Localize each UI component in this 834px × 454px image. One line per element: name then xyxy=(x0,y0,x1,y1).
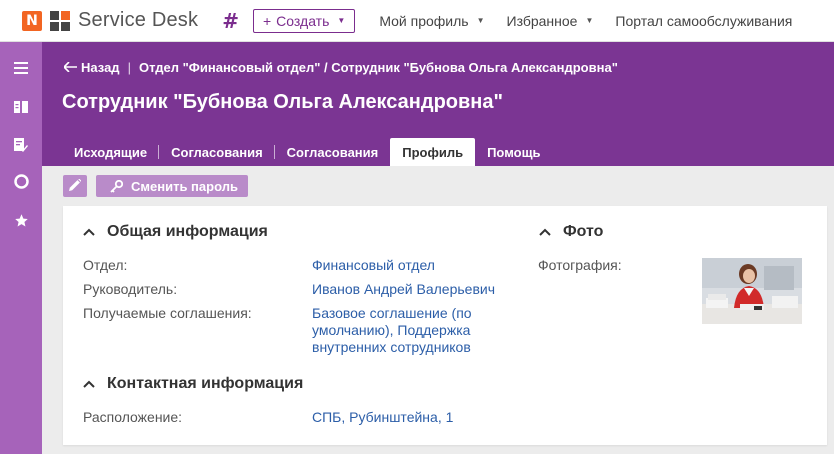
section-title: Фото xyxy=(563,223,604,240)
tab-bar: Исходящие Согласования Согласования Проф… xyxy=(62,138,553,166)
create-button-label: Создать xyxy=(276,12,330,29)
breadcrumb: Назад | Отдел "Финансовый отдел" / Сотру… xyxy=(62,60,618,75)
change-password-label: Сменить пароль xyxy=(131,178,238,194)
caret-down-icon: ▼ xyxy=(337,16,346,25)
tab-approvals-2[interactable]: Согласования xyxy=(275,138,391,166)
breadcrumb-divider: | xyxy=(127,60,131,75)
manager-label: Руководитель: xyxy=(83,281,178,297)
change-password-button[interactable]: Сменить пароль xyxy=(96,175,248,197)
tab-label: Помощь xyxy=(487,144,541,160)
general-info-header[interactable]: Общая информация xyxy=(83,223,268,241)
location-link[interactable]: СПБ, Рубинштейна, 1 xyxy=(312,409,453,426)
task-list-icon[interactable] xyxy=(0,133,42,157)
plus-icon: + xyxy=(262,12,272,29)
naumen-logo-icon: N xyxy=(22,10,42,31)
breadcrumb-path[interactable]: Отдел "Финансовый отдел" / Сотрудник "Бу… xyxy=(139,60,618,75)
app-logo[interactable]: N Service Desk xyxy=(22,9,198,32)
photo-section-header[interactable]: Фото xyxy=(539,223,603,241)
back-link[interactable]: Назад xyxy=(81,60,120,75)
top-nav: Мой профиль ▼ Избранное ▼ Портал самообс… xyxy=(379,13,814,29)
section-title: Контактная информация xyxy=(107,375,304,392)
agreements-line: умолчанию), Поддержка xyxy=(312,322,471,338)
pencil-icon xyxy=(69,178,82,194)
nav-item-label: Портал самообслуживания xyxy=(615,12,793,29)
tab-label: Согласования xyxy=(171,144,263,160)
tab-outgoing[interactable]: Исходящие xyxy=(62,138,160,166)
app-name: Service Desk xyxy=(78,9,199,31)
book-icon[interactable] xyxy=(0,95,42,119)
create-button[interactable]: + Создать ▼ xyxy=(252,8,356,33)
back-arrow-icon[interactable] xyxy=(62,60,77,75)
chevron-up-icon xyxy=(83,228,95,236)
tab-label: Профиль xyxy=(402,144,464,160)
agreements-label: Получаемые соглашения: xyxy=(83,305,252,321)
department-link[interactable]: Финансовый отдел xyxy=(312,257,435,274)
caret-down-icon: ▼ xyxy=(585,16,594,25)
left-sidebar xyxy=(0,42,42,454)
support-lifebuoy-icon[interactable] xyxy=(0,169,42,193)
agreements-value[interactable]: Базовое соглашение (по умолчанию), Подде… xyxy=(312,305,472,356)
caret-down-icon: ▼ xyxy=(476,16,485,25)
page-header: Назад | Отдел "Финансовый отдел" / Сотру… xyxy=(42,42,834,166)
profile-card: Общая информация Отдел: Финансовый отдел… xyxy=(63,206,827,445)
nav-my-profile[interactable]: Мой профиль ▼ xyxy=(379,13,484,29)
page-title: Сотрудник "Бубнова Ольга Александровна" xyxy=(62,91,503,113)
edit-button[interactable] xyxy=(63,175,87,197)
photo-label: Фотография: xyxy=(538,257,622,273)
top-bar: N Service Desk # + Создать ▼ Мой профиль… xyxy=(0,0,834,42)
department-label: Отдел: xyxy=(83,257,128,273)
chevron-up-icon xyxy=(539,228,551,236)
tab-label: Исходящие xyxy=(74,144,148,160)
location-label: Расположение: xyxy=(83,409,183,425)
agreements-line: Базовое соглашение (по xyxy=(312,305,472,321)
nav-favorites[interactable]: Избранное ▼ xyxy=(507,13,594,29)
star-icon[interactable] xyxy=(0,208,42,232)
nav-self-service-portal[interactable]: Портал самообслуживания xyxy=(615,13,792,29)
hash-icon[interactable]: # xyxy=(222,9,239,33)
nav-item-label: Мой профиль xyxy=(379,12,469,29)
tab-label: Согласования xyxy=(286,144,379,160)
chevron-up-icon xyxy=(83,380,95,388)
tab-help[interactable]: Помощь xyxy=(475,138,552,166)
menu-icon[interactable] xyxy=(0,56,42,80)
tab-approvals[interactable]: Согласования xyxy=(159,138,275,166)
key-icon xyxy=(110,179,123,193)
section-title: Общая информация xyxy=(107,223,268,240)
contact-info-header[interactable]: Контактная информация xyxy=(83,375,303,393)
nav-item-label: Избранное xyxy=(506,12,578,29)
tab-profile[interactable]: Профиль xyxy=(390,138,476,166)
logo-grid-icon xyxy=(50,10,70,31)
agreements-line: внутренних сотрудников xyxy=(312,339,471,355)
manager-link[interactable]: Иванов Андрей Валерьевич xyxy=(312,281,495,298)
employee-photo[interactable] xyxy=(702,258,802,324)
